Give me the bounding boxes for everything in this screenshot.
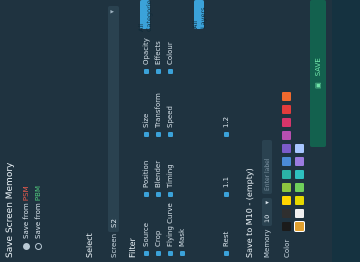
color-swatch-cyan[interactable] <box>295 170 304 179</box>
checkbox <box>155 132 161 137</box>
screen-select-value: S2 <box>109 219 118 228</box>
checkbox <box>223 192 229 197</box>
filter-section-label: Filter <box>128 238 137 258</box>
color-swatch-red[interactable] <box>282 105 291 114</box>
layer-1-1[interactable]: 1.1 <box>222 177 230 197</box>
screen-label: Screen <box>110 233 118 258</box>
color-swatch-black[interactable] <box>282 222 291 231</box>
checkbox <box>143 192 149 197</box>
color-swatch-pink[interactable] <box>282 118 291 127</box>
filter-timing[interactable]: Timing <box>166 164 174 197</box>
checkbox <box>143 132 149 137</box>
checkbox <box>167 132 173 137</box>
color-swatch-white[interactable] <box>295 209 304 218</box>
color-swatch-purple[interactable] <box>282 131 291 140</box>
checkbox <box>155 69 161 74</box>
color-swatch-darkgray[interactable] <box>282 209 291 218</box>
filter-effects[interactable]: Effects <box>154 41 162 74</box>
chevron-down-icon: ▾ <box>263 201 271 205</box>
radio-label-psm: Save from PSM <box>22 186 30 239</box>
layer-1-2[interactable]: 1.2 <box>222 117 230 137</box>
chevron-down-icon: ▾ <box>108 10 116 14</box>
memory-label: Memory <box>263 229 271 258</box>
color-swatch-violet[interactable] <box>282 144 291 153</box>
radio-label-pbm: Save from PBM <box>34 185 42 239</box>
radio-save-from-psm[interactable]: Save from PSM <box>22 186 30 250</box>
checkbox <box>155 192 161 197</box>
color-swatch-blue[interactable] <box>282 157 291 166</box>
filter-blender[interactable]: Blender <box>154 161 162 197</box>
all-categories-button[interactable]: All Categories <box>137 0 153 32</box>
screen-select[interactable]: S2 ▾ <box>108 6 119 232</box>
filter-opacity[interactable]: Opacity <box>142 38 150 74</box>
color-swatch-orange[interactable] <box>282 92 291 101</box>
label-input[interactable]: Enter label <box>262 140 272 194</box>
filter-flying-curve[interactable]: Flying Curve <box>166 203 174 256</box>
save-button[interactable]: ▣ SAVE <box>310 0 326 147</box>
filter-rest[interactable]: Rest <box>222 232 230 256</box>
color-swatch-lavender[interactable] <box>295 157 304 166</box>
checkbox <box>167 192 173 197</box>
filter-crop[interactable]: Crop <box>154 231 162 256</box>
color-swatch-amber-selected[interactable] <box>295 222 304 231</box>
radio-save-from-pbm[interactable]: Save from PBM <box>34 186 42 250</box>
panel-title: Save Screen Memory <box>5 162 15 258</box>
filter-size[interactable]: Size <box>142 114 150 137</box>
filter-source[interactable]: Source <box>142 223 150 256</box>
save-screen-memory-panel: Save Screen Memory Save from PSM Save fr… <box>0 0 360 262</box>
filter-position[interactable]: Position <box>142 161 150 197</box>
color-swatch-lime[interactable] <box>282 183 291 192</box>
all-layers-button[interactable]: All Layers <box>191 0 207 29</box>
checkbox <box>155 251 161 256</box>
checkbox <box>143 251 149 256</box>
color-swatch-green[interactable] <box>295 183 304 192</box>
color-swatch-yellow[interactable] <box>282 196 291 205</box>
checkbox <box>223 251 229 256</box>
color-swatch-lightblue[interactable] <box>295 144 304 153</box>
checkbox <box>167 251 173 256</box>
color-swatch-teal[interactable] <box>282 170 291 179</box>
filter-mask[interactable]: Mask <box>178 229 186 256</box>
filter-speed[interactable]: Speed <box>166 106 174 137</box>
memory-select[interactable]: 10 ▾ <box>262 198 272 226</box>
checkbox <box>223 132 229 137</box>
filter-colour[interactable]: Colour <box>166 42 174 74</box>
checkbox <box>143 69 149 74</box>
color-swatch-yellow-2[interactable] <box>295 196 304 205</box>
checkbox <box>167 69 173 74</box>
save-icon: ▣ <box>314 82 322 89</box>
color-label: Color <box>283 239 291 258</box>
select-section-label: Select <box>85 233 94 258</box>
filter-transform[interactable]: Transform <box>154 93 162 137</box>
save-target-title: Save to M10 - (empty) <box>245 168 254 258</box>
checkbox <box>179 251 185 256</box>
radio-indicator <box>22 243 30 250</box>
radio-indicator <box>34 243 42 250</box>
bottom-bar <box>332 0 360 262</box>
